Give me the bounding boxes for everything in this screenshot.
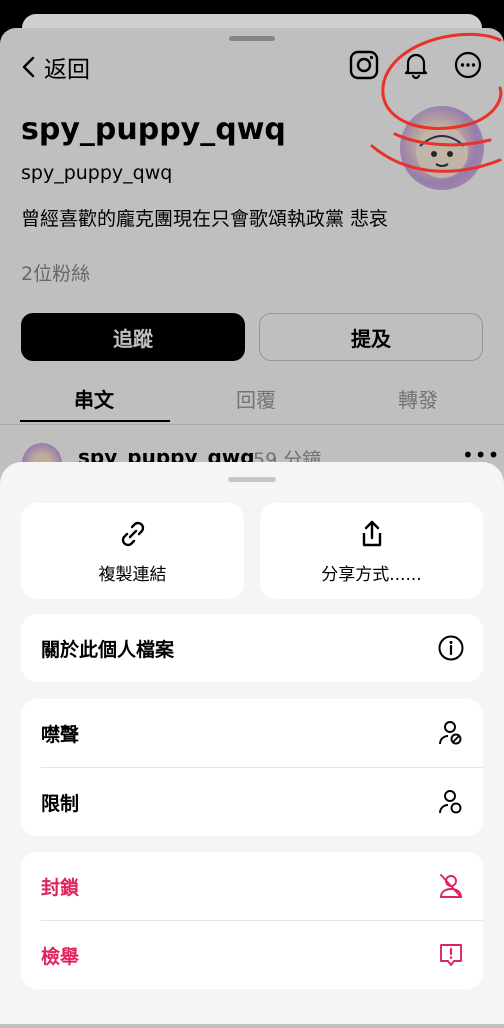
block-label: 封鎖 (41, 876, 80, 899)
info-icon (438, 635, 464, 661)
mute-label: 噤聲 (41, 723, 80, 746)
sheet-grab-handle[interactable] (228, 477, 276, 482)
share-label: 分享方式...... (321, 564, 422, 585)
mute-user-icon (439, 721, 462, 745)
restrict-row[interactable]: 限制 (21, 768, 483, 836)
block-user-icon (440, 874, 462, 898)
block-row[interactable]: 封鎖 (21, 852, 483, 920)
share-button[interactable]: 分享方式...... (260, 503, 483, 599)
report-icon (440, 944, 462, 966)
report-label: 檢舉 (41, 945, 80, 968)
copy-link-label: 複製連結 (98, 564, 167, 585)
about-profile-card: 關於此個人檔案 (21, 614, 483, 682)
link-icon (121, 521, 144, 546)
danger-card: 封鎖 檢舉 (21, 852, 483, 989)
moderation-card: 噤聲 限制 (21, 699, 483, 836)
restrict-label: 限制 (41, 792, 80, 815)
mute-row[interactable]: 噤聲 (21, 699, 483, 767)
share-icon (362, 520, 381, 546)
report-row[interactable]: 檢舉 (21, 921, 483, 989)
copy-link-button[interactable]: 複製連結 (21, 503, 244, 599)
about-profile-row[interactable]: 關於此個人檔案 (21, 614, 483, 682)
action-sheet: 複製連結 分享方式...... 關於此個人檔案 噤聲 限制 封鎖 檢舉 (0, 462, 504, 1024)
restrict-user-icon (439, 790, 462, 814)
about-profile-label: 關於此個人檔案 (41, 638, 175, 661)
